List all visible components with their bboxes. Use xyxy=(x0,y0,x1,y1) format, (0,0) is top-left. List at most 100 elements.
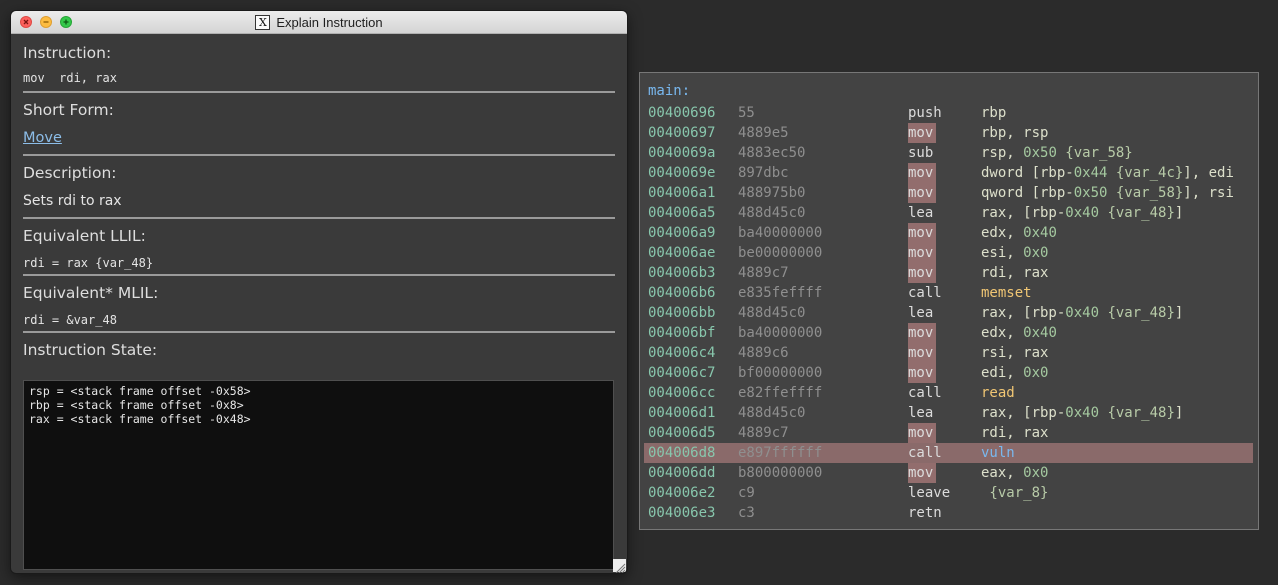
operands[interactable]: rax, [rbp-0x40 {var_48}] xyxy=(981,203,1183,223)
operand-token[interactable]: rdi, rax xyxy=(981,265,1048,281)
mnemonic[interactable]: call xyxy=(908,443,942,463)
mnemonic[interactable]: mov xyxy=(908,243,936,263)
disasm-row[interactable]: 004006d1 488d45c0 lea rax, [rbp-0x40 {var_4… xyxy=(640,403,1258,423)
resize-grip[interactable] xyxy=(613,559,626,573)
address[interactable]: 004006e2 xyxy=(648,483,715,503)
disasm-row[interactable]: 004006bb 488d45c0 lea rax, [rbp-0x40 {var_4… xyxy=(640,303,1258,323)
operands[interactable]: rax, [rbp-0x40 {var_48}] xyxy=(981,403,1183,423)
operand-token[interactable]: ] xyxy=(1175,405,1183,421)
disasm-row-selected[interactable]: 004006d8 e897ffffff call vuln xyxy=(640,443,1258,463)
operands[interactable]: {var_8} xyxy=(981,483,1048,503)
mnemonic[interactable]: lea xyxy=(908,403,936,423)
instruction-state-box[interactable]: rsp = <stack frame offset -0x58> rbp = <… xyxy=(23,380,614,570)
function-label[interactable]: main: xyxy=(648,83,690,99)
operand-token[interactable]: ] xyxy=(1175,205,1183,221)
operand-token[interactable]: rsp, xyxy=(981,145,1023,161)
operand-token[interactable]: {var_8} xyxy=(981,485,1048,501)
operand-token[interactable]: read xyxy=(981,385,1015,401)
disasm-row[interactable]: 004006e2 c9 leave {var_8} xyxy=(640,483,1258,503)
operand-token[interactable]: qword [rbp- xyxy=(981,185,1074,201)
address[interactable]: 004006a9 xyxy=(648,223,715,243)
disasm-row[interactable]: 004006d5 4889c7 mov rdi, rax xyxy=(640,423,1258,443)
address[interactable]: 004006bb xyxy=(648,303,715,323)
operands[interactable]: rax, [rbp-0x40 {var_48}] xyxy=(981,303,1183,323)
operand-token[interactable]: 0x40 xyxy=(1065,305,1099,321)
operand-token[interactable]: edi, xyxy=(981,365,1023,381)
mnemonic[interactable]: mov xyxy=(908,123,936,143)
mnemonic[interactable]: call xyxy=(908,383,942,403)
disasm-row[interactable]: 004006a9 ba40000000 mov edx, 0x40 xyxy=(640,223,1258,243)
address[interactable]: 004006c4 xyxy=(648,343,715,363)
mnemonic[interactable]: sub xyxy=(908,143,936,163)
operand-token[interactable]: rax, [rbp- xyxy=(981,305,1065,321)
mnemonic[interactable]: retn xyxy=(908,503,942,523)
disasm-row[interactable]: 004006e3 c3 retn xyxy=(640,503,1258,523)
disassembly-view[interactable]: main: 00400696 55 push rbp 00400697 4889e5 mov… xyxy=(639,72,1259,530)
disasm-row[interactable]: 004006c4 4889c6 mov rsi, rax xyxy=(640,343,1258,363)
operand-token[interactable]: rax, [rbp- xyxy=(981,205,1065,221)
mnemonic[interactable]: lea xyxy=(908,203,936,223)
operand-token[interactable]: 0x44 xyxy=(1074,165,1108,181)
address[interactable]: 00400697 xyxy=(648,123,715,143)
address[interactable]: 004006d5 xyxy=(648,423,715,443)
operand-token[interactable]: {var_48} xyxy=(1099,405,1174,421)
disasm-row[interactable]: 004006b3 4889c7 mov rdi, rax xyxy=(640,263,1258,283)
disasm-row[interactable]: 004006c7 bf00000000 mov edi, 0x0 xyxy=(640,363,1258,383)
operand-token[interactable]: 0x50 xyxy=(1074,185,1108,201)
operand-token[interactable]: ], rsi xyxy=(1183,185,1234,201)
disasm-row[interactable]: 00400696 55 push rbp xyxy=(640,103,1258,123)
disasm-row[interactable]: 004006dd b800000000 mov eax, 0x0 xyxy=(640,463,1258,483)
mnemonic[interactable]: mov xyxy=(908,343,936,363)
disasm-row[interactable]: 0040069a 4883ec50 sub rsp, 0x50 {var_58} xyxy=(640,143,1258,163)
disasm-row[interactable]: 004006cc e82ffeffff call read xyxy=(640,383,1258,403)
address[interactable]: 004006e3 xyxy=(648,503,715,523)
operands[interactable]: edx, 0x40 xyxy=(981,323,1057,343)
operand-token[interactable]: {var_58} xyxy=(1057,145,1132,161)
operand-token[interactable]: {var_48} xyxy=(1099,305,1174,321)
operand-token[interactable]: {var_4c} xyxy=(1107,165,1183,181)
operand-token[interactable]: rsi, rax xyxy=(981,345,1048,361)
mnemonic[interactable]: mov xyxy=(908,163,936,183)
operands[interactable]: eax, 0x0 xyxy=(981,463,1048,483)
mnemonic[interactable]: mov xyxy=(908,263,936,283)
disasm-row[interactable]: 004006ae be00000000 mov esi, 0x0 xyxy=(640,243,1258,263)
address[interactable]: 0040069a xyxy=(648,143,715,163)
operand-token[interactable]: 0x0 xyxy=(1023,245,1048,261)
disasm-row[interactable]: 004006a5 488d45c0 lea rax, [rbp-0x40 {var_4… xyxy=(640,203,1258,223)
address[interactable]: 004006d8 xyxy=(648,443,715,463)
operands[interactable]: rsi, rax xyxy=(981,343,1048,363)
operands[interactable]: vuln xyxy=(981,443,1015,463)
operand-token[interactable]: 0x0 xyxy=(1023,465,1048,481)
operand-token[interactable]: rbp xyxy=(981,105,1006,121)
address[interactable]: 004006b3 xyxy=(648,263,715,283)
address[interactable]: 004006ae xyxy=(648,243,715,263)
operands[interactable]: esi, 0x0 xyxy=(981,243,1048,263)
operand-token[interactable]: {var_58} xyxy=(1107,185,1183,201)
mnemonic[interactable]: mov xyxy=(908,223,936,243)
operands[interactable]: rsp, 0x50 {var_58} xyxy=(981,143,1133,163)
operand-token[interactable]: rax, [rbp- xyxy=(981,405,1065,421)
operands[interactable]: rbp xyxy=(981,103,1006,123)
mnemonic[interactable]: push xyxy=(908,103,942,123)
operand-token[interactable]: {var_48} xyxy=(1099,205,1174,221)
operands[interactable]: read xyxy=(981,383,1015,403)
operands[interactable]: edi, 0x0 xyxy=(981,363,1048,383)
disasm-row[interactable]: 0040069e 897dbc mov dword [rbp-0x44 {var_4c… xyxy=(640,163,1258,183)
operand-token[interactable]: vuln xyxy=(981,445,1015,461)
mnemonic[interactable]: call xyxy=(908,283,942,303)
address[interactable]: 004006cc xyxy=(648,383,715,403)
operands[interactable]: qword [rbp-0x50 {var_58}], rsi xyxy=(981,183,1234,203)
address[interactable]: 00400696 xyxy=(648,103,715,123)
operands[interactable]: edx, 0x40 xyxy=(981,223,1057,243)
mnemonic[interactable]: mov xyxy=(908,363,936,383)
address[interactable]: 004006b6 xyxy=(648,283,715,303)
operand-token[interactable]: ] xyxy=(1175,305,1183,321)
operand-token[interactable]: memset xyxy=(981,285,1032,301)
operand-token[interactable]: 0x40 xyxy=(1023,325,1057,341)
mnemonic[interactable]: leave xyxy=(908,483,950,503)
mnemonic[interactable]: mov xyxy=(908,323,936,343)
operand-token[interactable]: 0x0 xyxy=(1023,365,1048,381)
disasm-row[interactable]: 004006a1 488975b0 mov qword [rbp-0x50 {var_… xyxy=(640,183,1258,203)
mnemonic[interactable]: mov xyxy=(908,183,936,203)
operand-token[interactable]: edx, xyxy=(981,325,1023,341)
